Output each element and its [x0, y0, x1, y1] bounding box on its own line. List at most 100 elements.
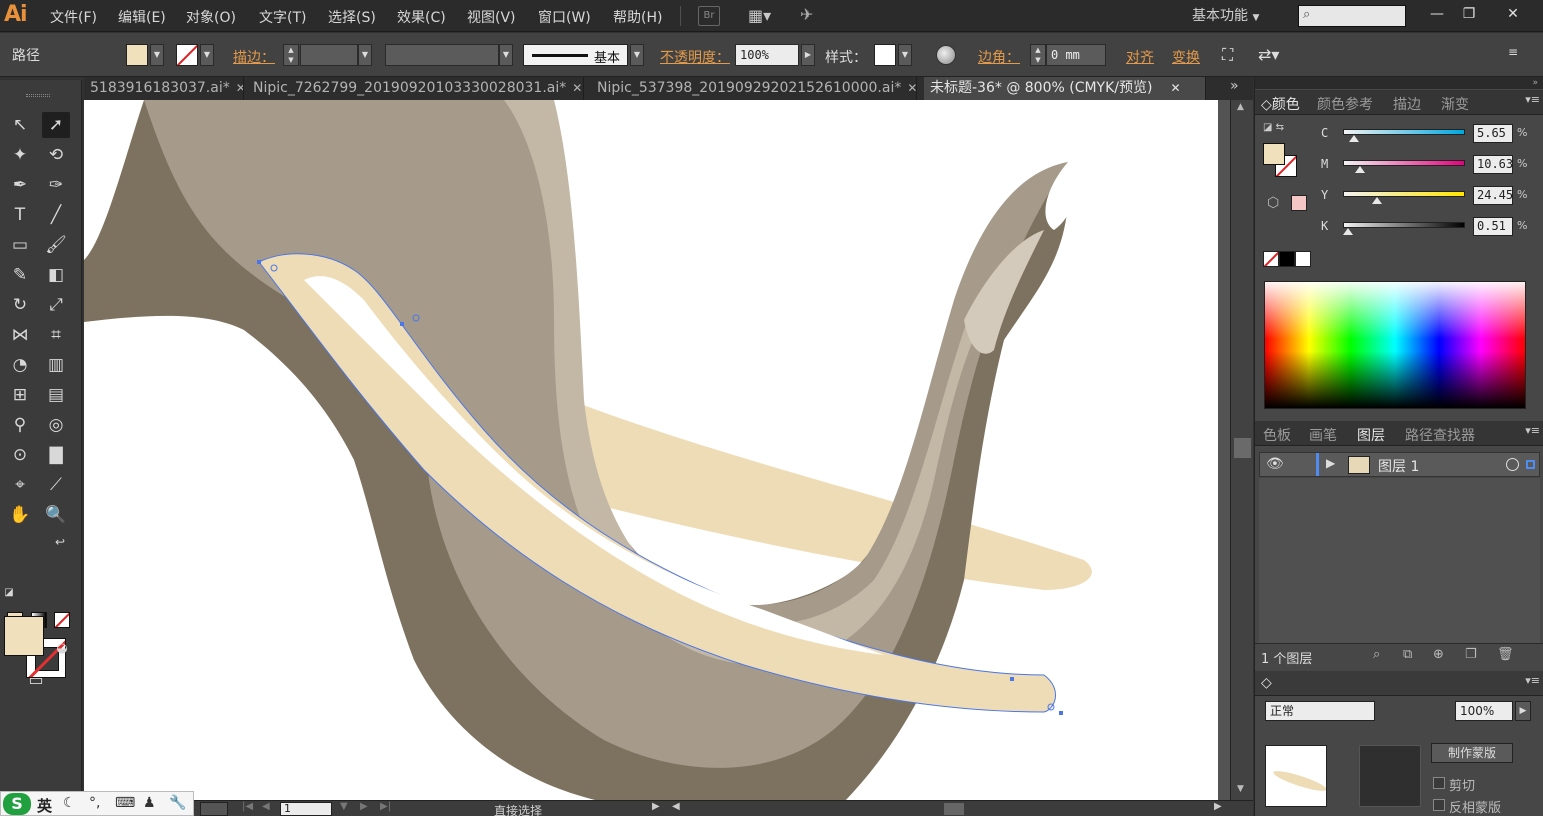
- panel-menu-icon[interactable]: ▾≡: [1525, 424, 1540, 437]
- prev-artboard-icon[interactable]: ◀: [262, 801, 270, 812]
- next-artboard-icon[interactable]: ▶: [360, 801, 368, 812]
- zoom-tool-icon[interactable]: 🔍: [42, 502, 70, 528]
- channel-slider-thumb[interactable]: [1354, 166, 1365, 173]
- restore-button[interactable]: ❐: [1452, 2, 1486, 26]
- panel-menu-icon[interactable]: ▾≡: [1525, 674, 1540, 687]
- new-sublayer-icon[interactable]: ⊕: [1433, 647, 1444, 662]
- menu-type[interactable]: 文字(T): [259, 7, 306, 27]
- zoom-field[interactable]: [200, 802, 228, 816]
- slice-tool-icon[interactable]: ⟋: [42, 472, 70, 498]
- variable-width-profile[interactable]: [385, 44, 499, 66]
- locate-object-icon[interactable]: ⌕: [1373, 647, 1380, 662]
- make-mask-button[interactable]: 制作蒙版: [1431, 743, 1513, 763]
- draw-inside-icon[interactable]: ◒: [50, 638, 74, 660]
- clip-checkbox[interactable]: [1433, 777, 1445, 789]
- tab-color[interactable]: ◇颜色: [1261, 94, 1300, 114]
- channel-slider-thumb[interactable]: [1371, 197, 1382, 204]
- perspective-grid-tool-icon[interactable]: ▥: [42, 352, 70, 378]
- mesh-tool-icon[interactable]: ⊞: [6, 382, 34, 408]
- corner-label[interactable]: 边角：: [978, 47, 1020, 67]
- workspace-switcher[interactable]: 基本功能 ▼: [1192, 5, 1259, 25]
- hand-tool-icon[interactable]: ✋: [6, 502, 34, 528]
- last-artboard-icon[interactable]: ▶|: [380, 801, 391, 812]
- corner-radius-field[interactable]: 0 mm: [1046, 44, 1106, 66]
- layer-target-icon[interactable]: [1506, 458, 1519, 471]
- search-input[interactable]: ⌕: [1298, 5, 1406, 27]
- trash-icon[interactable]: 🗑: [1497, 647, 1514, 662]
- bridge-button[interactable]: Br: [698, 6, 720, 26]
- eraser-tool-icon[interactable]: ◧: [42, 262, 70, 288]
- tab-document-1[interactable]: 5183916183037.ai* ✕: [84, 77, 244, 100]
- recolor-artwork-icon[interactable]: [936, 45, 956, 65]
- vertical-scrollbar[interactable]: ▲ ▼: [1230, 100, 1253, 802]
- status-menu-arrow[interactable]: ▶: [652, 801, 660, 812]
- default-colors-icon[interactable]: ◪: [0, 584, 18, 602]
- tab-stroke[interactable]: 描边: [1393, 94, 1421, 114]
- tab-document-2[interactable]: Nipic_7262799_20190920103330028031.ai* ✕: [247, 77, 584, 100]
- eyedropper-tool-icon[interactable]: ⚲: [6, 412, 34, 438]
- fill-swatch[interactable]: [126, 44, 148, 66]
- tab-document-active[interactable]: 未标题-36* @ 800% (CMYK/预览) ✕: [924, 77, 1206, 100]
- visibility-eye-icon[interactable]: 👁: [1266, 456, 1284, 472]
- layer-name[interactable]: 图层 1: [1378, 456, 1419, 476]
- shape-builder-tool-icon[interactable]: ◔: [6, 352, 34, 378]
- transform-link[interactable]: 变换: [1172, 47, 1200, 67]
- align-link[interactable]: 对齐: [1126, 47, 1154, 67]
- scroll-down-icon[interactable]: ▼: [1237, 784, 1244, 794]
- menu-window[interactable]: 窗口(W): [538, 7, 591, 27]
- close-button[interactable]: ✕: [1496, 2, 1530, 26]
- scroll-left-icon[interactable]: ◀: [672, 801, 680, 812]
- blend-tool-icon[interactable]: ◎: [42, 412, 70, 438]
- tab-brushes[interactable]: 画笔: [1309, 425, 1337, 445]
- artboard-number-field[interactable]: 1: [280, 802, 332, 816]
- close-icon[interactable]: ✕: [236, 81, 243, 95]
- black-swatch[interactable]: [1279, 251, 1295, 267]
- menu-edit[interactable]: 编辑(E): [118, 7, 166, 27]
- sogou-logo[interactable]: S: [3, 793, 31, 815]
- swap-fill-stroke-icon[interactable]: ↩: [50, 532, 70, 552]
- new-layer-icon[interactable]: ❐: [1465, 647, 1477, 662]
- channel-slider-thumb[interactable]: [1348, 135, 1359, 142]
- opacity-slider-arrow[interactable]: ▶: [801, 44, 815, 66]
- status-tool-name[interactable]: 直接选择: [494, 802, 542, 816]
- panel-menu-icon[interactable]: ≡: [1508, 45, 1518, 59]
- pen-tool-icon[interactable]: ✒: [6, 172, 34, 198]
- tab-gradient[interactable]: 渐变: [1441, 94, 1469, 114]
- profile-dropdown[interactable]: ▼: [499, 44, 513, 66]
- scroll-right-icon[interactable]: ▶: [1214, 801, 1222, 812]
- stroke-weight-dropdown[interactable]: ▼: [358, 44, 372, 66]
- channel-value-field[interactable]: 24.45: [1473, 186, 1513, 205]
- channel-slider-track[interactable]: [1343, 129, 1465, 135]
- channel-value-field[interactable]: 0.51: [1473, 217, 1513, 236]
- stroke-dropdown-arrow[interactable]: ▼: [200, 44, 214, 66]
- scroll-thumb[interactable]: [1234, 438, 1251, 458]
- symbol-sprayer-tool-icon[interactable]: ⊙: [6, 442, 34, 468]
- dock-collapse-icon[interactable]: »: [1255, 77, 1543, 89]
- free-transform-tool-icon[interactable]: ⌗: [42, 322, 70, 348]
- rotate-tool-icon[interactable]: ↻: [6, 292, 34, 318]
- width-tool-icon[interactable]: ⋈: [6, 322, 34, 348]
- clipping-mask-icon[interactable]: ⧉: [1403, 647, 1412, 662]
- brush-definition-field[interactable]: 基本: [523, 44, 628, 66]
- channel-value-field[interactable]: 5.65: [1473, 124, 1513, 143]
- menu-select[interactable]: 选择(S): [328, 7, 376, 27]
- rectangle-tool-icon[interactable]: ▭: [6, 232, 34, 258]
- artboard-dropdown-icon[interactable]: ▼: [340, 801, 348, 812]
- none-swatch[interactable]: [1263, 251, 1279, 267]
- minimize-button[interactable]: —: [1420, 2, 1454, 26]
- fill-color-box[interactable]: [4, 616, 44, 656]
- style-dropdown[interactable]: ▼: [898, 44, 912, 66]
- column-graph-tool-icon[interactable]: ▇: [42, 442, 70, 468]
- lasso-tool-icon[interactable]: ⟲: [42, 142, 70, 168]
- envelope-options-icon[interactable]: ⇄▾: [1258, 45, 1279, 64]
- gpu-performance-icon[interactable]: ✈: [800, 5, 826, 27]
- tab-transparency[interactable]: ◇: [1261, 675, 1272, 691]
- channel-value-field[interactable]: 10.63: [1473, 155, 1513, 174]
- expand-arrow-icon[interactable]: ▶: [1326, 456, 1335, 470]
- paintbrush-tool-icon[interactable]: 🖌: [42, 232, 70, 258]
- tab-color-guide[interactable]: 颜色参考: [1317, 94, 1373, 114]
- graphic-style-swatch[interactable]: [874, 44, 896, 66]
- tab-document-3[interactable]: Nipic_537398_20190929202152610000.ai* ✕: [591, 77, 917, 100]
- tab-swatches[interactable]: 色板: [1263, 425, 1291, 445]
- channel-slider-track[interactable]: [1343, 191, 1465, 197]
